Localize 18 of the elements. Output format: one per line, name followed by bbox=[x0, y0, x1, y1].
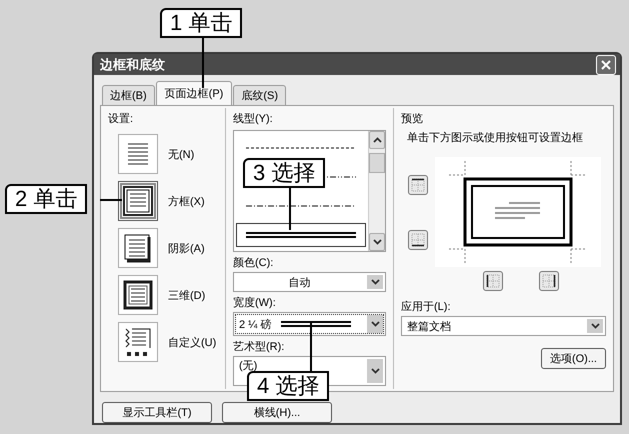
step-tooltip: 2 单击 bbox=[5, 184, 88, 214]
setting-label: 方框(X) bbox=[168, 194, 205, 208]
setting-label: 无(N) bbox=[168, 148, 194, 162]
apply-to-label: 应用于(L): bbox=[401, 300, 452, 314]
art-label: 艺术型(R): bbox=[233, 340, 286, 354]
window-title: 边框和底纹 bbox=[100, 56, 165, 74]
step-tooltip: 4 选择 bbox=[247, 371, 330, 401]
settings-label: 设置: bbox=[108, 112, 134, 126]
preview-label: 预览 bbox=[401, 112, 424, 126]
setting-label: 三维(D) bbox=[168, 288, 206, 302]
preview-hint: 单击下方图示或使用按钮可设置边框 bbox=[407, 130, 584, 145]
line-style-label: 线型(Y): bbox=[233, 112, 274, 126]
step-tooltip: 3 选择 bbox=[243, 158, 326, 188]
step-tooltip: 1 单击 bbox=[160, 8, 242, 38]
setting-label: 阴影(A) bbox=[168, 242, 205, 256]
setting-label: 自定义(U) bbox=[168, 336, 216, 350]
width-label: 宽度(W): bbox=[233, 296, 277, 310]
color-label: 颜色(C): bbox=[233, 256, 274, 270]
